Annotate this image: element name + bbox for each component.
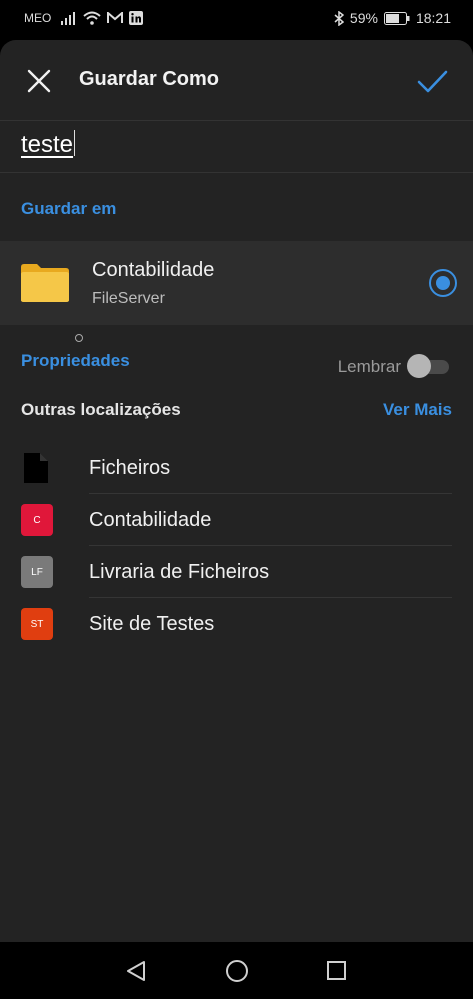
location-name: Contabilidade [92,259,215,281]
divider [0,172,473,173]
selected-location[interactable]: Contabilidade FileServer [0,241,473,325]
properties-row: Propriedades Lembrar [0,346,473,386]
file-icon [24,453,48,483]
properties-link[interactable]: Propriedades [21,351,130,371]
other-locations-list: Ficheiros C Contabilidade LF Livraria de… [0,442,473,650]
home-icon[interactable] [226,960,248,982]
site-badge: ST [21,608,53,640]
filename-input[interactable]: teste [21,130,76,159]
filename-value: teste [21,131,74,158]
list-item-livraria[interactable]: LF Livraria de Ficheiros [0,546,473,598]
remember-label: Lembrar [337,357,401,376]
check-icon[interactable] [415,64,449,98]
wifi-icon [83,11,102,25]
site-badge: C [21,504,53,536]
save-as-sheet: Guardar Como teste Guardar em Contabilid… [0,40,473,942]
linkedin-icon [129,11,144,25]
list-item-ficheiros[interactable]: Ficheiros [0,442,473,494]
signal-icon [61,12,76,25]
divider [0,120,473,121]
bluetooth-icon [334,10,344,26]
location-subtitle: FileServer [92,290,165,307]
battery-icon [383,11,410,25]
folder-icon [21,264,69,302]
gmail-icon [107,12,124,23]
recents-icon[interactable] [327,961,346,980]
page-title: Guardar Como [79,68,220,90]
list-item-contabilidade[interactable]: C Contabilidade [0,494,473,546]
text-caret [74,130,76,156]
battery-percent: 59% [349,10,378,26]
clock: 18:21 [415,10,451,26]
list-item-label: Contabilidade [89,509,212,531]
list-item-label: Ficheiros [89,457,171,479]
other-locations-title: Outras localizações [21,400,181,419]
list-item-label: Site de Testes [89,613,215,635]
toggle-knob [407,354,431,378]
status-left: MEO [24,11,144,25]
status-bar: MEO 59% 18:21 [0,0,473,40]
see-more-link[interactable]: Ver Mais [383,400,452,420]
back-icon[interactable] [124,959,148,983]
navigation-bar [0,942,473,999]
small-circle-icon [75,334,83,342]
close-icon[interactable] [24,66,54,96]
list-item-label: Livraria de Ficheiros [89,561,270,583]
save-in-label: Guardar em [21,199,117,218]
list-item-site-testes[interactable]: ST Site de Testes [0,598,473,650]
status-right: 59% 18:21 [334,10,451,26]
site-badge: LF [21,556,53,588]
sheet-header: Guardar Como [0,40,473,120]
carrier-name: MEO [24,11,52,25]
remember-toggle[interactable] [407,354,449,378]
location-radio[interactable] [429,269,457,297]
